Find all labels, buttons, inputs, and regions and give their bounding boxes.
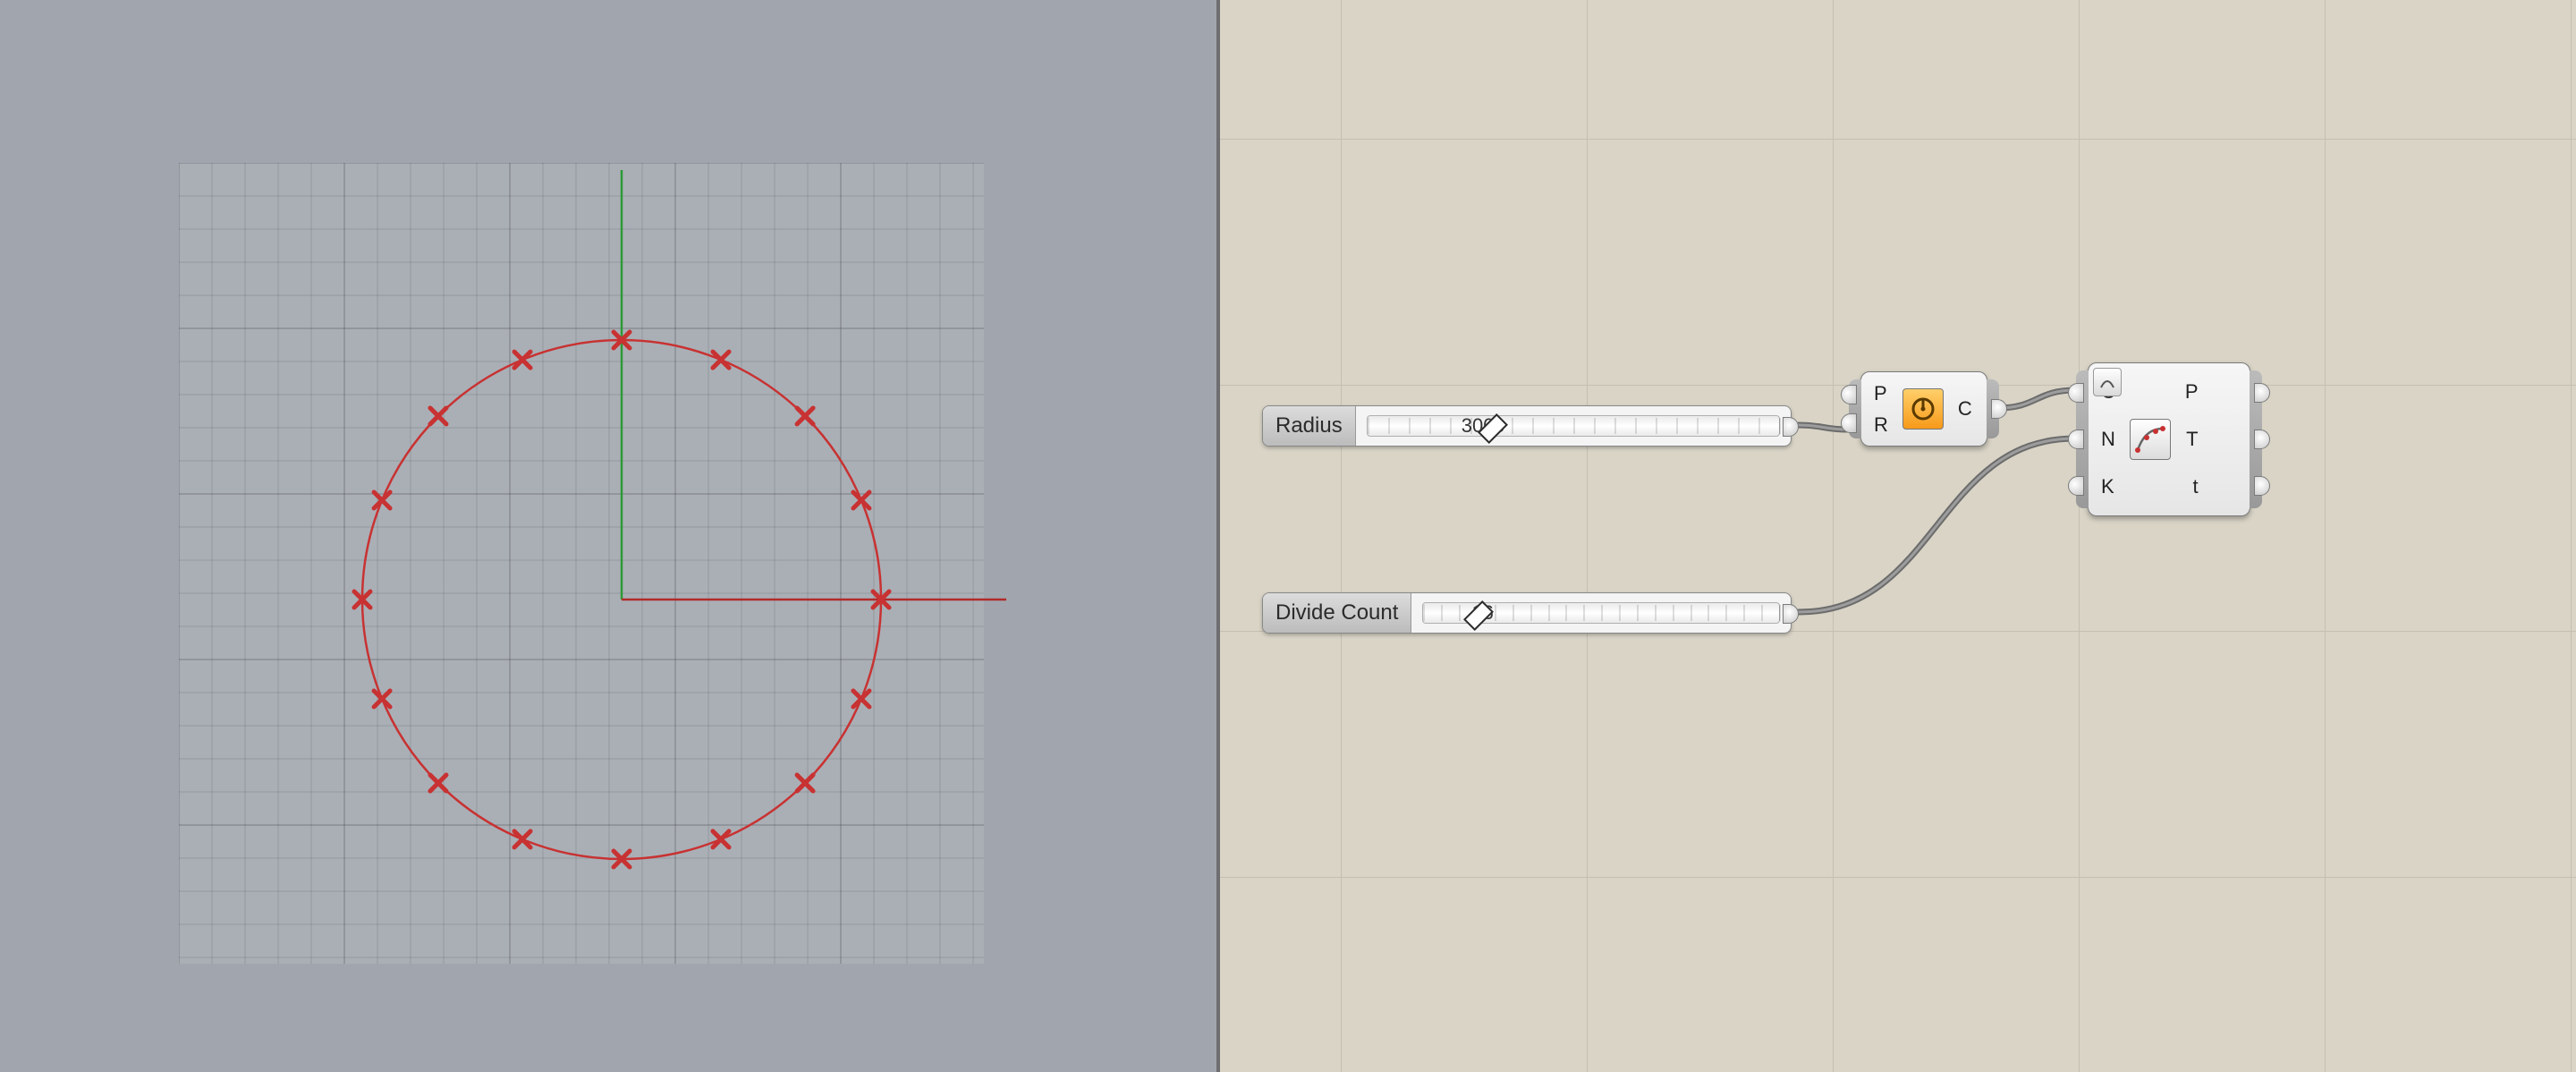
circle-node[interactable]: P R C [1860, 371, 1987, 447]
divide-slider-label: Divide Count [1263, 593, 1411, 633]
node-output-grip [2250, 370, 2262, 508]
geometry-overlay [0, 0, 1216, 1072]
divide-slider-track[interactable]: 16 [1422, 602, 1780, 624]
circle-in-p-port[interactable] [1841, 385, 1857, 404]
circle-input-r: R [1870, 411, 1892, 439]
grasshopper-canvas[interactable]: Radius 3000 Divide Count 16 [1220, 0, 2576, 1072]
divide-in-c-port[interactable] [2068, 383, 2084, 403]
divide-curve-corner-icon [2093, 368, 2122, 396]
circle-cnr-icon [1902, 388, 1944, 430]
divide-input-n: N [2097, 425, 2119, 454]
divide-output-t-upper: T [2182, 425, 2202, 454]
radius-slider[interactable]: Radius 3000 [1262, 405, 1792, 447]
circle-output-c: C [1954, 395, 1976, 423]
node-input-grip [2076, 370, 2089, 508]
circle-in-r-port[interactable] [1841, 413, 1857, 433]
radius-slider-label: Radius [1263, 406, 1356, 446]
node-output-grip [1987, 379, 1999, 438]
divide-in-n-port[interactable] [2068, 430, 2084, 449]
divide-in-k-port[interactable] [2068, 476, 2084, 496]
divide-output-t-lower: t [2182, 472, 2202, 501]
rhino-viewport[interactable] [0, 0, 1216, 1072]
divide-curve-icon [2130, 419, 2171, 460]
circle-input-p: P [1870, 379, 1892, 408]
divide-slider[interactable]: Divide Count 16 [1262, 592, 1792, 634]
radius-slider-track[interactable]: 3000 [1367, 415, 1780, 437]
node-input-grip [1849, 379, 1861, 438]
divide-input-k: K [2097, 472, 2119, 501]
divide-output-p: P [2182, 378, 2202, 406]
app-root: Radius 3000 Divide Count 16 [0, 0, 2576, 1072]
wires-layer [1220, 0, 2576, 1072]
